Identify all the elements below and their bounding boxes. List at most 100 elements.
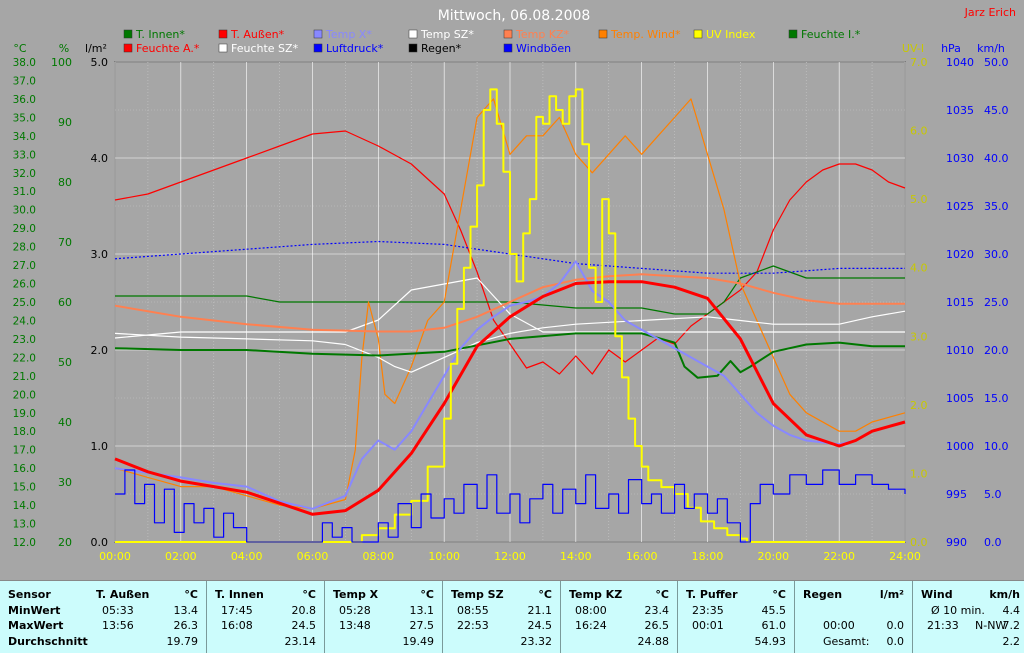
group-min-time: 05:28 xyxy=(339,603,371,617)
group-name: Temp KZ xyxy=(569,588,623,601)
stats-row-labels: Sensor MinWert MaxWert Durchschnitt xyxy=(0,581,88,653)
legend-swatch-0 xyxy=(123,29,133,39)
legend-swatch-1 xyxy=(218,29,228,39)
author-label: Jarz Erich xyxy=(964,6,1016,19)
legend-label-7: Feuchte I.* xyxy=(801,28,861,41)
regen-total-label: Gesamt: xyxy=(823,634,870,648)
tick-rain-2: 2.0 xyxy=(91,344,109,357)
row-label-avg: Durchschnitt xyxy=(8,634,88,648)
legend-label-5: Temp. Wind* xyxy=(610,28,681,41)
legend-swatch-12 xyxy=(503,43,513,53)
tick-temp-22: 22.0 xyxy=(13,352,36,364)
tick-wind-50: 50.0 xyxy=(984,56,1009,69)
tick-pressure-1030: 1030 xyxy=(946,152,974,165)
tick-temp-15: 15.0 xyxy=(13,482,36,494)
tick-humidity-20: 20 xyxy=(58,536,72,549)
tick-x-6: 12:00 xyxy=(494,550,526,563)
tick-rain-3: 3.0 xyxy=(91,248,109,261)
tick-temp-19: 19.0 xyxy=(13,408,36,420)
tick-uv-0: 0.0 xyxy=(910,536,928,549)
tick-pressure-1010: 1010 xyxy=(946,344,974,357)
tick-x-0: 00:00 xyxy=(99,550,131,563)
group-min-value: 20.8 xyxy=(291,603,317,617)
tick-x-7: 14:00 xyxy=(560,550,592,563)
tick-wind-40: 40.0 xyxy=(984,152,1009,165)
tick-pressure-1020: 1020 xyxy=(946,248,974,261)
tick-temp-38: 38.0 xyxy=(13,57,36,69)
legend-label-11: Regen* xyxy=(421,42,462,55)
wind-avg-value: 4.4 xyxy=(1002,603,1021,617)
legend-swatch-2 xyxy=(313,29,323,39)
regen-total-value: 0.0 xyxy=(886,634,905,648)
group-min-value: 45.5 xyxy=(761,603,787,617)
group-max-time: 13:48 xyxy=(339,619,371,632)
group-avg-value: 19.49 xyxy=(402,634,435,648)
wind-unit: km/h xyxy=(989,588,1020,601)
tick-uv-5: 5.0 xyxy=(910,193,928,206)
tick-humidity-100: 100 xyxy=(51,56,72,69)
tick-pressure-1000: 1000 xyxy=(946,440,974,453)
legend-label-4: Temp KZ* xyxy=(515,28,570,41)
tick-pressure-1040: 1040 xyxy=(946,56,974,69)
tick-temp-34: 34.0 xyxy=(13,131,36,143)
group-name: T. Innen xyxy=(215,588,264,601)
tick-pressure-1015: 1015 xyxy=(946,296,974,309)
wind-avg-label: Ø 10 min. xyxy=(931,603,985,617)
legend-swatch-4 xyxy=(503,29,513,39)
legend-label-2: Temp X* xyxy=(325,28,372,41)
axis-unit-rain: l/m² xyxy=(85,42,107,55)
tick-wind-25: 25.0 xyxy=(984,296,1009,309)
wind-name: Wind xyxy=(921,588,953,601)
tick-rain-0: 0.0 xyxy=(91,536,109,549)
tick-x-3: 06:00 xyxy=(297,550,329,563)
group-min-time: 05:33 xyxy=(102,603,134,617)
group-max-value: 26.3 xyxy=(173,619,199,632)
regen-unit: l/m² xyxy=(879,588,904,601)
group-min-value: 21.1 xyxy=(527,603,553,617)
tick-temp-16: 16.0 xyxy=(13,463,36,475)
regen-time: 00:00 xyxy=(823,619,855,632)
tick-wind-0: 0.0 xyxy=(984,536,1002,549)
tick-humidity-30: 30 xyxy=(58,476,72,489)
axis-unit-pressure: hPa xyxy=(941,42,961,55)
tick-temp-21: 21.0 xyxy=(13,371,36,383)
tick-wind-10: 10.0 xyxy=(984,440,1009,453)
stats-group-2: Temp X °C 05:28 13.1 13:48 27.5 19.49 xyxy=(324,581,442,653)
group-min-time: 17:45 xyxy=(221,603,253,617)
tick-humidity-60: 60 xyxy=(58,296,72,309)
group-unit: °C xyxy=(302,588,316,601)
group-min-value: 13.4 xyxy=(173,603,199,617)
tick-temp-18: 18.0 xyxy=(13,426,36,438)
tick-x-9: 18:00 xyxy=(692,550,724,563)
group-max-time: 22:53 xyxy=(457,619,489,632)
regen-value: 0.0 xyxy=(886,619,905,632)
tick-humidity-90: 90 xyxy=(58,116,72,129)
chart-title: Mittwoch, 06.08.2008 xyxy=(438,8,591,24)
wind-third-value: 2.2 xyxy=(1002,634,1021,648)
tick-pressure-995: 995 xyxy=(946,488,967,501)
tick-humidity-80: 80 xyxy=(58,176,72,189)
tick-x-5: 10:00 xyxy=(428,550,460,563)
legend-swatch-11 xyxy=(408,43,418,53)
tick-uv-2: 2.0 xyxy=(910,399,928,412)
tick-temp-25: 25.0 xyxy=(13,297,36,309)
group-max-value: 61.0 xyxy=(761,619,787,632)
group-max-time: 16:24 xyxy=(575,619,607,632)
tick-wind-20: 20.0 xyxy=(984,344,1009,357)
tick-temp-30: 30.0 xyxy=(13,205,36,217)
tick-x-1: 02:00 xyxy=(165,550,197,563)
legend-label-1: T. Außen* xyxy=(230,28,285,41)
weather-chart: Mittwoch, 06.08.2008 Jarz Erich T. Innen… xyxy=(13,6,1016,563)
tick-temp-32: 32.0 xyxy=(13,168,36,180)
axis-unit-wind: km/h xyxy=(977,42,1005,55)
tick-humidity-40: 40 xyxy=(58,416,72,429)
wind-max-time: 21:33 xyxy=(927,619,959,632)
legend-label-3: Temp SZ* xyxy=(420,28,474,41)
legend-label-10: Luftdruck* xyxy=(326,42,384,55)
tick-uv-3: 3.0 xyxy=(910,330,928,343)
tick-rain-1: 1.0 xyxy=(91,440,109,453)
axis-unit-uv: UV-I xyxy=(902,42,924,55)
axis-unit-temp: °C xyxy=(13,42,27,55)
tick-temp-20: 20.0 xyxy=(13,389,36,401)
legend-swatch-3 xyxy=(408,29,418,39)
